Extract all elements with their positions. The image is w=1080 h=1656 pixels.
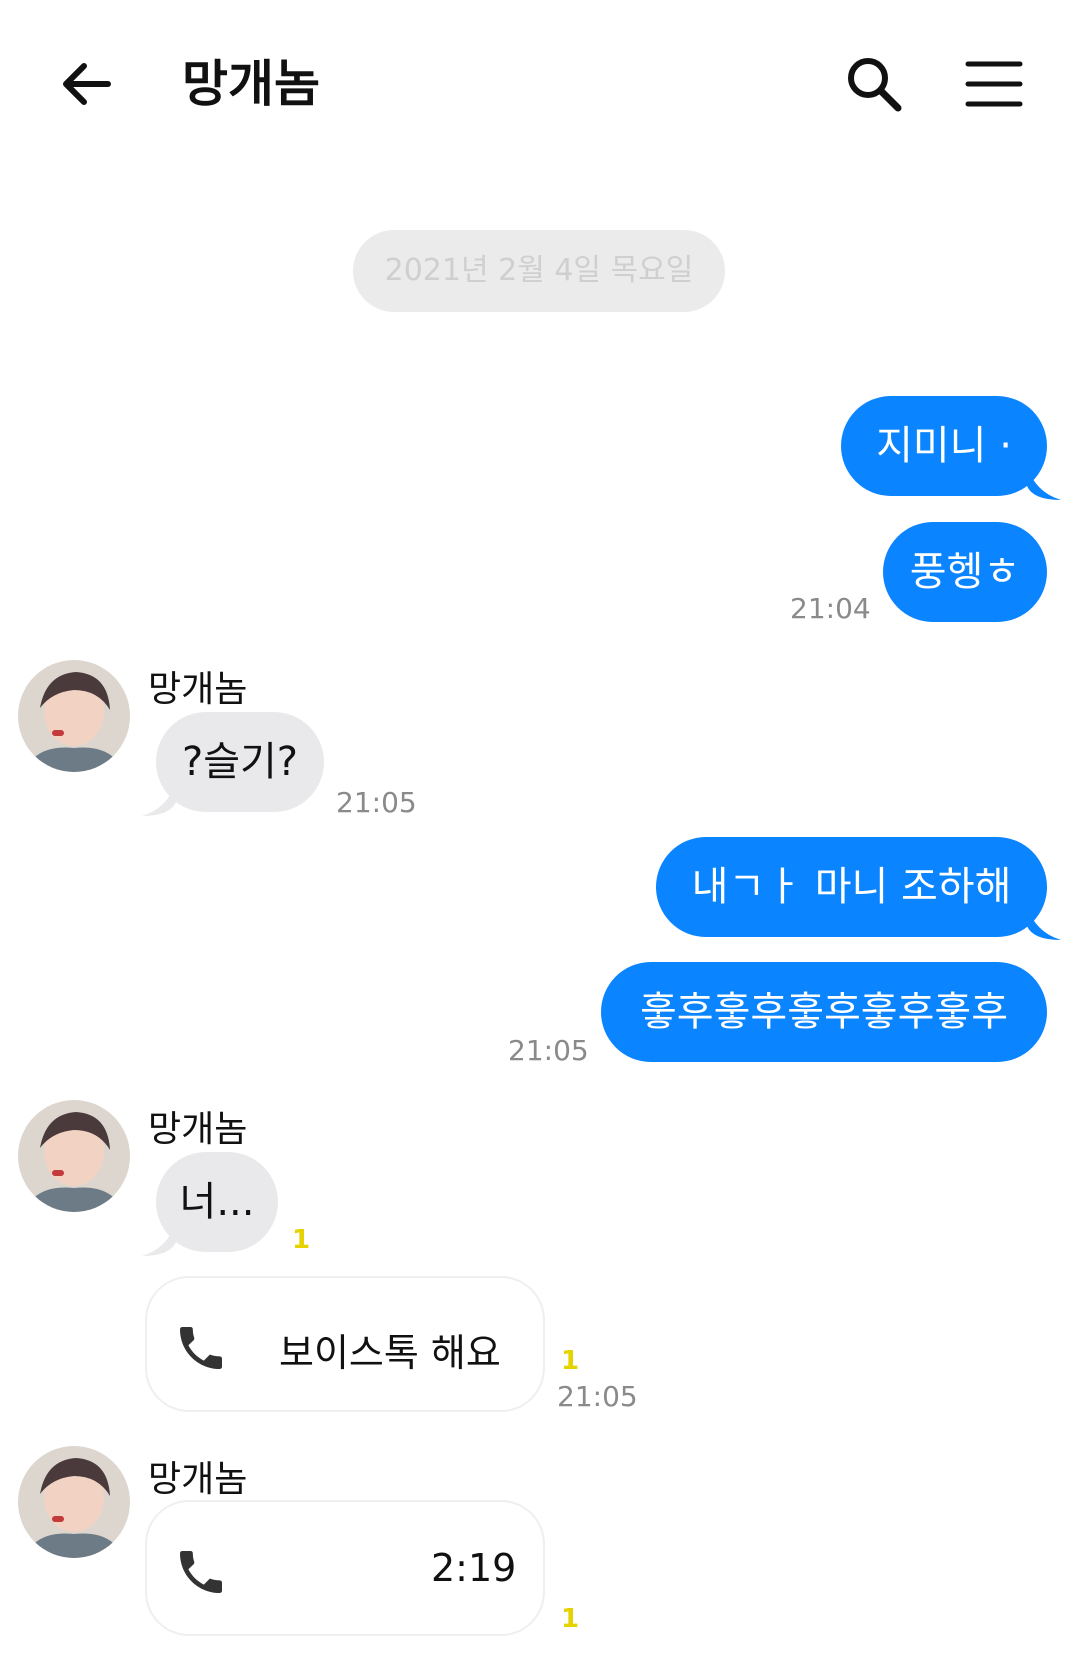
voice-talk-card[interactable]: 보이스톡 해요 <box>145 1276 545 1412</box>
phone-icon <box>180 1327 222 1369</box>
avatar[interactable] <box>18 1446 130 1558</box>
menu-button[interactable] <box>962 52 1026 116</box>
bubble-tail <box>1027 906 1061 940</box>
message-time: 21:05 <box>557 1380 638 1413</box>
sender-name: 망개놈 <box>148 1459 248 1500</box>
back-button[interactable] <box>56 52 120 116</box>
unread-count: 1 <box>561 1604 580 1634</box>
voice-talk-duration: 2:19 <box>431 1546 517 1590</box>
sent-bubble[interactable]: 지미니 · <box>841 396 1047 496</box>
bubble-tail <box>1027 466 1061 500</box>
avatar-image <box>18 660 130 772</box>
sender-name: 망개놈 <box>148 669 248 710</box>
unread-count: 1 <box>292 1225 311 1255</box>
sent-bubble[interactable]: 내ㄱㅏ 마니 조하해 <box>656 837 1047 937</box>
message-time: 21:05 <box>336 786 417 819</box>
avatar-image <box>18 1446 130 1558</box>
sent-bubble[interactable]: 훟후훟후훟후훟후훟후 <box>601 962 1047 1062</box>
avatar[interactable] <box>18 1100 130 1212</box>
avatar-image <box>18 1100 130 1212</box>
arrow-left-icon <box>63 63 111 105</box>
search-button[interactable] <box>842 52 906 116</box>
sender-name: 망개놈 <box>148 1109 248 1150</box>
message-time: 21:05 <box>508 1034 589 1067</box>
sent-bubble[interactable]: 풍헹ㅎ <box>883 522 1047 622</box>
phone-icon <box>180 1551 222 1593</box>
voice-talk-card[interactable]: 2:19 <box>145 1500 545 1636</box>
hamburger-menu-icon <box>965 61 1023 107</box>
search-icon <box>848 58 902 112</box>
avatar[interactable] <box>18 660 130 772</box>
unread-count: 1 <box>561 1346 580 1376</box>
voice-talk-label: 보이스톡 해요 <box>279 1331 501 1375</box>
received-bubble[interactable]: 너... <box>156 1152 278 1252</box>
message-time: 21:04 <box>790 592 871 625</box>
received-bubble[interactable]: ?슬기? <box>156 712 324 812</box>
chat-title: 망개놈 <box>182 55 320 113</box>
date-divider: 2021년 2월 4일 목요일 <box>353 230 725 312</box>
